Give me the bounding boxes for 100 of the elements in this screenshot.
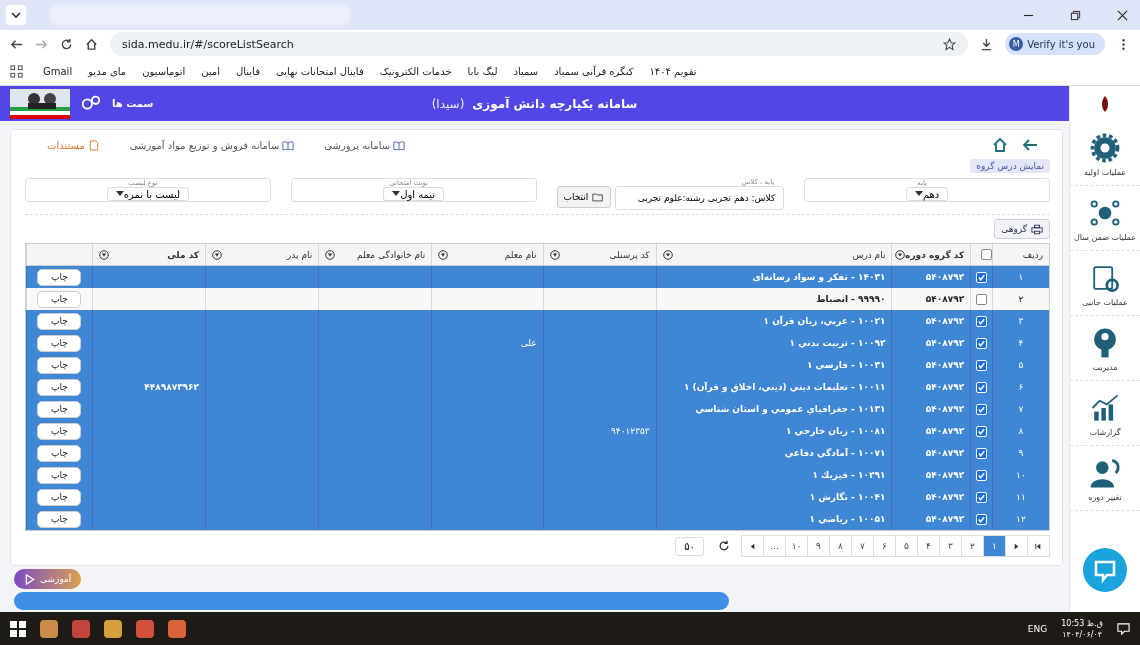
table-row[interactable]: ۹ ۵۴۰۸۷۹۲ ۱۰۰۷۱ - آمادگي دفاعي چاپ (26, 442, 1049, 464)
page-button[interactable]: ۶ (873, 535, 896, 557)
select-field[interactable]: دهم (905, 187, 949, 201)
sidebar-item[interactable]: گزارشات (1070, 381, 1140, 446)
nav-link[interactable]: سامانه پرورشی (324, 139, 406, 151)
group-course-tag[interactable]: نمایش درس گروه (970, 159, 1050, 173)
sidebar-item[interactable]: تغییر دوره (1070, 446, 1140, 511)
table-cell: ۹ (1018, 448, 1024, 458)
table-cell: ۱۰۰۴۱ - نگارش ۱ (809, 492, 886, 502)
table-cell: ۷ (1018, 404, 1024, 414)
table-cell: ۱۰۰۱۱ - تعليمات ديني (ديني، اخلاق و قرآن) ۱ (683, 382, 886, 392)
table-cell: ۱۲ (1016, 514, 1026, 524)
page-button[interactable]: ۳ (939, 535, 962, 557)
table-row[interactable]: ۵ ۵۴۰۸۷۹۲ ۱۰۰۳۱ - فارسي ۱ چاپ (26, 354, 1049, 376)
table-row[interactable]: ۱۲ ۵۴۰۸۷۹۲ ۱۰۰۵۱ - رياضي ۱ چاپ (26, 508, 1049, 530)
page-button[interactable]: ۸ (829, 535, 852, 557)
table-row[interactable]: ۱۰ ۵۴۰۸۷۹۲ ۱۰۲۹۱ - فيزيك ۱ چاپ (26, 464, 1049, 486)
table-cell: ۸ (1018, 426, 1024, 436)
bookmark-link[interactable]: فاینال (235, 66, 260, 77)
profile-button[interactable]: M Verify it's you (1005, 33, 1105, 55)
select-field[interactable]: نیمه اول (383, 187, 445, 201)
select-field[interactable]: لیست با نمره (106, 187, 190, 201)
address-field[interactable]: sida.medu.ir/#/scoreListSearch (110, 32, 969, 56)
select-button[interactable]: انتخاب (556, 186, 612, 208)
table-row[interactable]: ۱۱ ۵۴۰۸۷۹۲ ۱۰۰۴۱ - نگارش ۱ چاپ (26, 486, 1049, 508)
column-header[interactable]: کد ملی (167, 249, 200, 260)
column-header[interactable]: نام خانوادگی معلم (356, 249, 426, 260)
bookmark-link[interactable]: لیگ بابا (467, 66, 498, 77)
table-row[interactable]: ۳ ۵۴۰۸۷۹۲ ۱۰۰۲۱ - عربي، زبان قرآن ۱ چاپ (26, 310, 1049, 332)
print-button[interactable]: چاپ (37, 356, 82, 374)
print-button[interactable]: چاپ (37, 444, 82, 462)
roles-link[interactable]: سمت ها (112, 98, 154, 109)
bookmark-link[interactable]: اتوماسیون (142, 66, 186, 77)
group-print-button[interactable]: گروهی (994, 219, 1050, 239)
print-button[interactable]: چاپ (37, 268, 82, 286)
app-subtitle: (سیدا) (431, 96, 465, 111)
print-button[interactable]: چاپ (37, 422, 82, 440)
table-row[interactable]: ۶ ۵۴۰۸۷۹۲ ۱۰۰۱۱ - تعليمات ديني (ديني، اخلاق و قرآن) ۱ ۴۴۸۹۸۷۳۹۶۲ چاپ (26, 376, 1049, 398)
table-cell: ۵ (1018, 360, 1024, 370)
table-cell: ۵۴۰۸۷۹۲ (925, 448, 965, 458)
sidebar-item[interactable]: عملیات اولیه (1070, 121, 1140, 186)
print-button[interactable]: چاپ (37, 378, 82, 396)
table-cell: ۱۰۲۹۱ - فيزيك ۱ (812, 470, 886, 480)
table-cell: ۳ (1018, 316, 1024, 326)
table-row[interactable]: ۴ ۵۴۰۸۷۹۲ ۱۰۰۹۲ - تربيت بدني ۱ علی چاپ (26, 332, 1049, 354)
bookmark-link[interactable]: کنگره قرآنی سمیاد (554, 66, 634, 77)
page-button[interactable]: ۹ (807, 535, 830, 557)
language-indicator[interactable]: ENG (1027, 623, 1048, 634)
table-row[interactable]: ۲ ۵۴۰۸۷۹۲ ۹۹۹۹۰ - انضباط چاپ (26, 288, 1049, 310)
print-button[interactable]: چاپ (37, 312, 82, 330)
table-row[interactable]: ۱ ۵۴۰۸۷۹۲ ۱۴۰۳۱ - تفکر و سواد رسانه‌ای چاپ (26, 266, 1049, 288)
print-button[interactable]: چاپ (37, 400, 82, 418)
column-header[interactable]: کد گروه دوره (905, 249, 965, 260)
table-cell: ۲ (1018, 294, 1024, 304)
print-button[interactable]: چاپ (37, 334, 82, 352)
page-size-select[interactable]: ۵۰ (675, 536, 704, 556)
table-cell: ۱۰۰۲۱ - عربي، زبان قرآن ۱ (763, 316, 886, 326)
table-cell: ۵۴۰۸۷۹۲ (925, 360, 965, 370)
table-row[interactable]: ۷ ۵۴۰۸۷۹۲ ۱۰۱۳۱ - جغرافياي عمومي و استان شناسي چاپ (26, 398, 1049, 420)
column-header[interactable]: نام معلم (504, 249, 537, 260)
table-cell: ۵۴۰۸۷۹۲ (925, 338, 965, 348)
page-button[interactable]: ۲ (961, 535, 984, 557)
bookmark-link[interactable]: Gmail (43, 66, 73, 77)
column-header[interactable]: نام پدر (286, 249, 313, 260)
page-button[interactable]: ... (763, 535, 786, 557)
table-cell: ۵۴۰۸۷۹۲ (925, 470, 965, 480)
table-cell: ۱۰۰۸۱ - زبان خارجي ۱ (785, 426, 886, 436)
sidebar-item[interactable]: عملیات ضمن سال (1070, 186, 1140, 251)
column-header[interactable]: نام درس (852, 249, 886, 260)
input-field[interactable]: کلاس: دهم تجربی رشته:علوم تجربی (615, 186, 785, 210)
bookmark-link[interactable]: مای مدیو (88, 66, 127, 77)
sidebar-item[interactable]: عملیات جانبی (1070, 251, 1140, 316)
bookmark-link[interactable]: سمیاد (513, 66, 539, 77)
page-button[interactable]: ۱۰ (785, 535, 808, 557)
table-cell: ۵۴۰۸۷۹۲ (925, 404, 965, 414)
print-button[interactable]: چاپ (37, 488, 82, 506)
table-row[interactable]: ۸ ۵۴۰۸۷۹۲ ۱۰۰۸۱ - زبان خارجي ۱ ۹۴۰۱۲۳۵۳ چاپ (26, 420, 1049, 442)
page-button[interactable]: ۵ (895, 535, 918, 557)
table-cell: ۱۰۰۹۲ - تربيت بدني ۱ (789, 338, 886, 348)
sidebar-item[interactable]: مدیریت (1070, 316, 1140, 381)
bookmark-link[interactable]: خدمات الکترونیک (379, 66, 452, 77)
table-cell: ۵۴۰۸۷۹۲ (925, 272, 965, 282)
print-button[interactable]: چاپ (37, 510, 82, 528)
table-cell: ۱۰ (1016, 470, 1026, 480)
bookmark-link[interactable]: فاینال امتحانات نهایی (275, 66, 364, 77)
column-header[interactable]: کد پرسنلی (609, 249, 650, 260)
table-cell: ۴ (1018, 338, 1024, 348)
print-button[interactable]: چاپ (37, 466, 82, 484)
table-cell: ۱۰۰۵۱ - رياضي ۱ (809, 514, 886, 524)
table-cell: ۶ (1018, 382, 1024, 392)
bookmark-link[interactable]: امین (201, 66, 220, 77)
bookmark-link[interactable]: تقویم ۱۴۰۴ (649, 66, 697, 77)
nav-link[interactable]: سامانه فروش و توزیع مواد آموزشی (129, 139, 295, 151)
clock[interactable]: 10:53 ق.ظ ۱۴۰۴/۰۶/۰۴ (1061, 617, 1103, 640)
table-cell: ۵۴۰۸۷۹۲ (925, 294, 965, 304)
page-button[interactable]: ۴ (917, 535, 940, 557)
page-button[interactable]: ۷ (851, 535, 874, 557)
table-cell: ۵۴۰۸۷۹۲ (925, 426, 965, 436)
print-button[interactable]: چاپ (37, 290, 82, 308)
page-button[interactable]: ۱ (983, 535, 1006, 557)
